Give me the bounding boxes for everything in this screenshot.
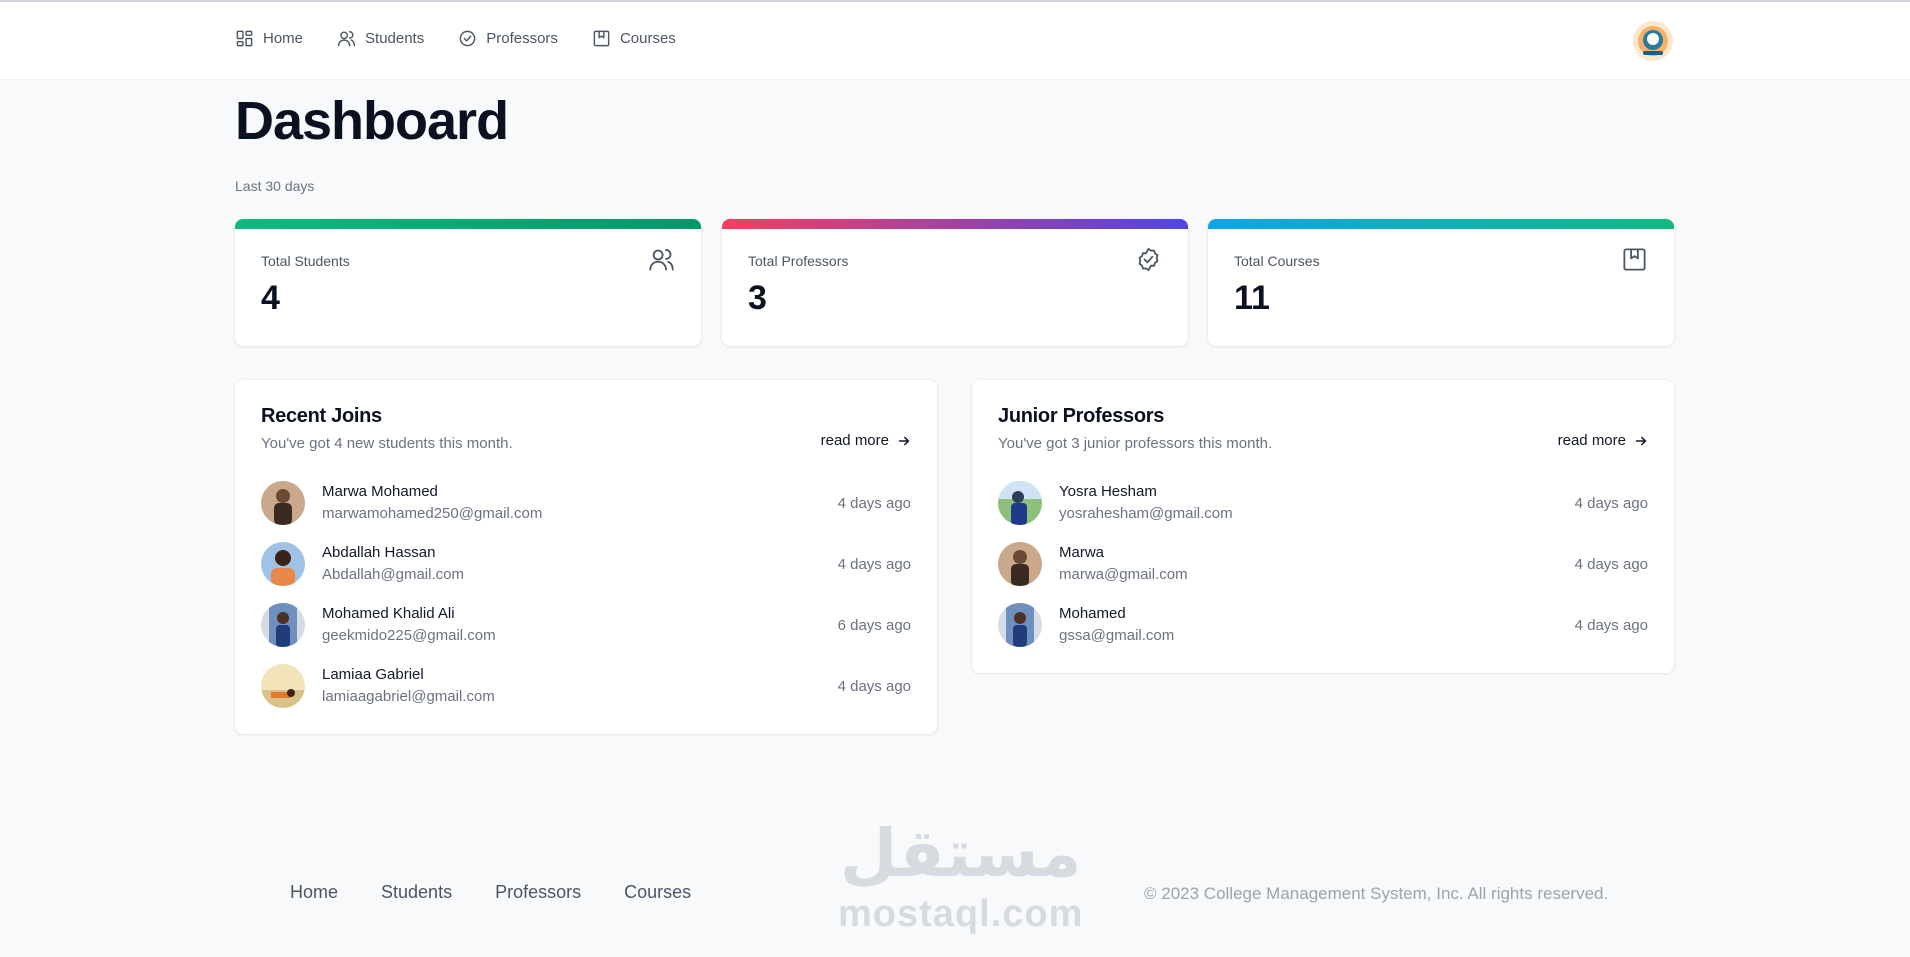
nav-students-label: Students [365,30,425,47]
professor-email: marwa@gmail.com [1059,566,1188,583]
avatar [998,603,1042,647]
professor-name: Yosra Hesham [1059,483,1157,500]
copyright-text: © 2023 College Management System, Inc. A… [1144,884,1609,903]
list-item[interactable]: Mohamed Khalid Ali geekmido225@gmail.com… [261,603,911,651]
users-icon [337,31,356,47]
list-item[interactable]: Yosra Hesham yosrahesham@gmail.com 4 day… [998,481,1648,529]
student-name: Lamiaa Gabriel [322,666,424,683]
user-avatar[interactable] [1633,21,1673,61]
avatar [998,481,1042,525]
stat-accent-bar [235,219,701,229]
arrow-right-icon [898,436,910,445]
panel-subtitle: You've got 4 new students this month. [261,435,513,452]
bookmark-icon [593,30,610,47]
college-logo-icon [1633,21,1673,61]
footer-link-courses[interactable]: Courses [624,882,691,903]
footer-link-professors[interactable]: Professors [495,882,581,903]
footer-nav: Home Students Professors Courses [290,882,734,903]
users-icon [649,249,674,271]
arrow-right-icon [1635,436,1647,445]
join-time: 4 days ago [837,678,911,695]
nav-students[interactable]: Students [337,29,424,48]
student-name: Mohamed Khalid Ali [322,605,455,622]
join-time: 4 days ago [1574,556,1648,573]
panel-title: Recent Joins [261,405,382,427]
panel-subtitle: You've got 3 junior professors this mont… [998,435,1273,452]
join-time: 6 days ago [837,617,911,634]
top-navbar: Home Students Professors Courses [0,2,1910,80]
bookmark-icon [1623,248,1646,271]
nav-courses[interactable]: Courses [592,29,676,48]
stat-card-students: Total Students 4 [235,219,701,346]
stat-card-professors: Total Professors 3 [722,219,1188,346]
student-name: Marwa Mohamed [322,483,438,500]
read-more-link[interactable]: read more [821,432,911,449]
join-time: 4 days ago [1574,495,1648,512]
stat-value: 11 [1234,279,1270,317]
footer-link-home[interactable]: Home [290,882,338,903]
nav-professors[interactable]: Professors [458,29,558,48]
stat-label: Total Courses [1234,253,1320,269]
junior-professors-panel: Junior Professors You've got 3 junior pr… [972,380,1674,673]
stat-value: 4 [261,279,280,317]
professor-name: Mohamed [1059,605,1126,622]
footer-link-students[interactable]: Students [381,882,452,903]
badge-check-icon [459,30,476,47]
stat-label: Total Professors [748,253,849,269]
list-item[interactable]: Mohamed gssa@gmail.com 4 days ago [998,603,1648,651]
page-title: Dashboard [235,91,509,151]
read-more-link[interactable]: read more [1558,432,1648,449]
nav-home[interactable]: Home [235,29,303,48]
student-email: Abdallah@gmail.com [322,566,464,583]
student-email: marwamohamed250@gmail.com [322,505,543,522]
footer: Home Students Professors Courses © 2023 … [0,860,1910,957]
period-label: Last 30 days [235,178,315,194]
main-nav: Home Students Professors Courses [235,29,710,48]
join-time: 4 days ago [837,495,911,512]
badge-check-icon [1138,247,1159,272]
join-time: 4 days ago [1574,617,1648,634]
read-more-label: read more [1557,432,1626,449]
professor-email: gssa@gmail.com [1059,627,1175,644]
list-item[interactable]: Lamiaa Gabriel lamiaagabriel@gmail.com 4… [261,664,911,712]
stat-value: 3 [748,279,767,317]
list-item[interactable]: Abdallah Hassan Abdallah@gmail.com 4 day… [261,542,911,590]
student-name: Abdallah Hassan [322,544,436,561]
professor-name: Marwa [1059,544,1105,561]
nav-professors-label: Professors [486,30,558,47]
avatar [261,542,305,586]
read-more-label: read more [820,432,889,449]
list-item[interactable]: Marwa Mohamed marwamohamed250@gmail.com … [261,481,911,529]
professor-email: yosrahesham@gmail.com [1059,505,1233,522]
avatar [998,542,1042,586]
nav-courses-label: Courses [619,30,676,47]
stat-card-courses: Total Courses 11 [1208,219,1674,346]
nav-home-label: Home [263,30,304,47]
stat-accent-bar [1208,219,1674,229]
grid-icon [236,30,253,47]
list-item[interactable]: Marwa marwa@gmail.com 4 days ago [998,542,1648,590]
student-email: geekmido225@gmail.com [322,627,496,644]
panel-title: Junior Professors [998,405,1165,427]
join-time: 4 days ago [837,556,911,573]
avatar [261,603,305,647]
stat-accent-bar [722,219,1188,229]
student-email: lamiaagabriel@gmail.com [322,688,495,705]
avatar [261,664,305,708]
stat-label: Total Students [261,253,350,269]
avatar [261,481,305,525]
recent-joins-panel: Recent Joins You've got 4 new students t… [235,380,937,734]
